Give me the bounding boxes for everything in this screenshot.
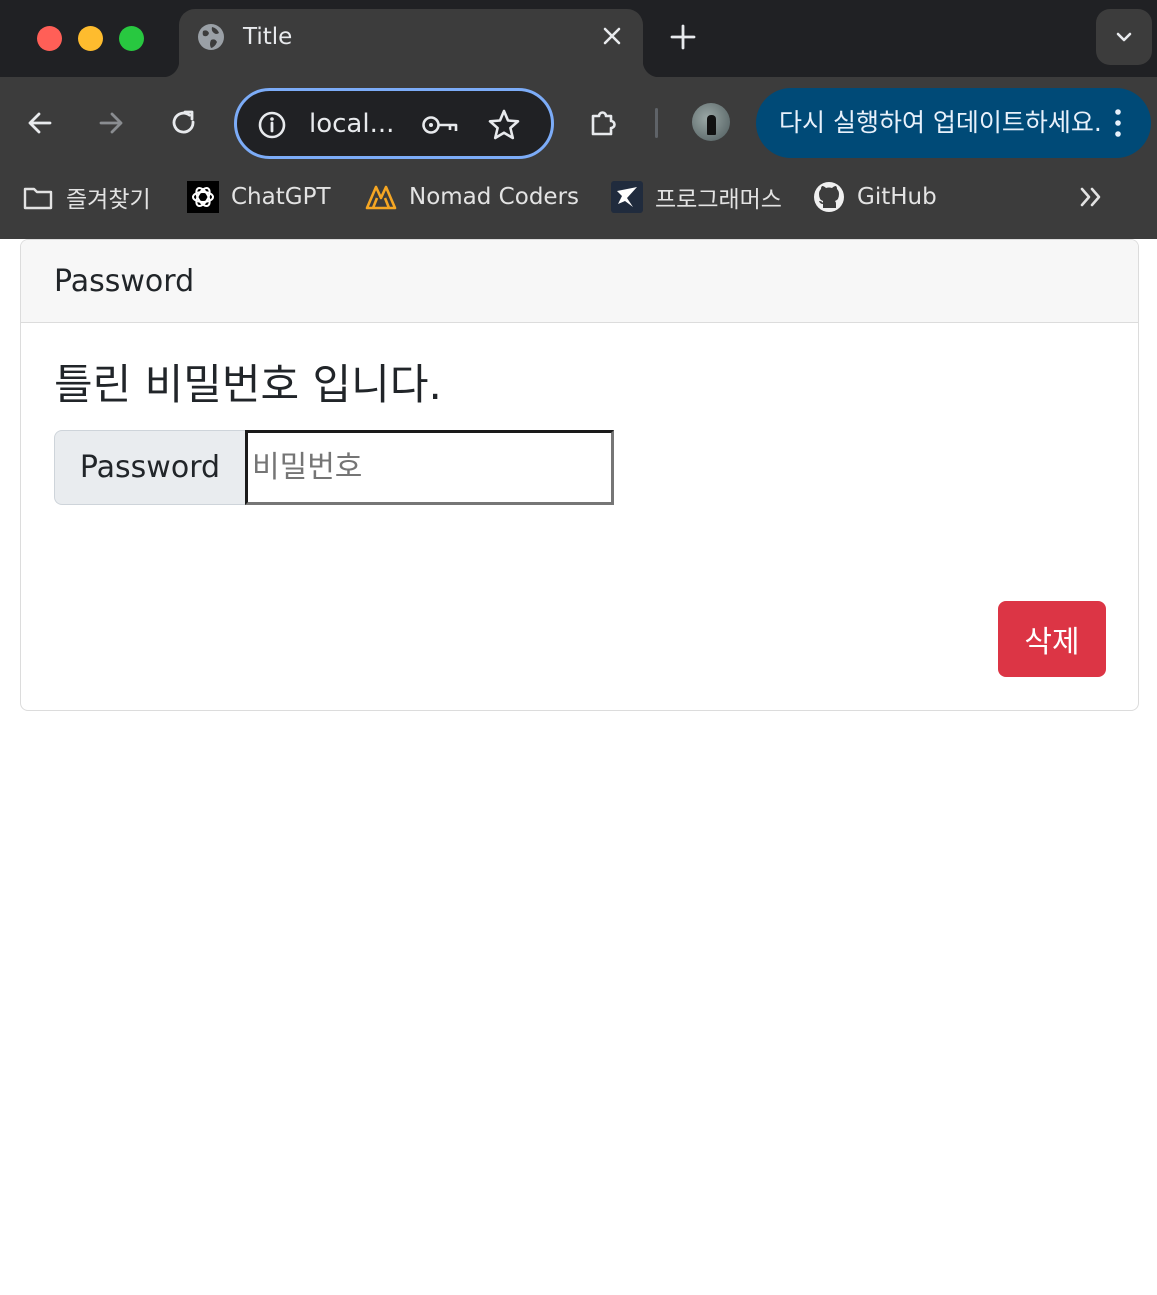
password-card: Password 틀린 비밀번호 입니다. Password 삭제 [20,239,1139,711]
reload-icon[interactable] [168,107,200,139]
tab-title: Title [243,24,293,50]
chatgpt-icon [187,181,219,213]
window-close-button[interactable] [37,26,62,51]
programmers-icon [611,181,643,213]
bookmark-label: GitHub [857,184,937,210]
bookmark-label: ChatGPT [231,184,331,210]
tab-strip: Title [0,0,1157,77]
window-maximize-button[interactable] [119,26,144,51]
info-icon[interactable] [257,110,287,140]
bookmark-favorites[interactable]: 즐겨찾기 [22,179,151,215]
close-icon[interactable] [599,23,625,49]
password-input-group: Password [54,430,614,505]
bookmark-label: 즐겨찾기 [66,187,151,213]
password-input[interactable] [245,430,614,505]
browser-chrome: Title local... 다시 실행하여 업데이트하세요. 즐겨찾기 Cha… [0,0,1157,239]
delete-button[interactable]: 삭제 [998,601,1106,677]
extensions-puzzle-icon[interactable] [588,107,620,139]
plus-icon[interactable] [668,22,698,52]
browser-toolbar: local... 다시 실행하여 업데이트하세요. [0,77,1157,169]
forward-arrow-icon[interactable] [95,107,127,139]
key-icon[interactable] [421,112,461,138]
bookmark-chatgpt[interactable]: ChatGPT [187,179,331,215]
nomad-coders-icon [365,185,397,210]
github-icon [814,182,844,212]
bookmark-github[interactable]: GitHub [813,179,937,215]
card-header: Password [21,240,1138,323]
chevron-double-right-icon[interactable] [1076,184,1106,210]
chevron-down-icon [1116,32,1132,42]
card-header-title: Password [54,264,195,299]
window-controls [37,26,144,51]
toolbar-divider [655,108,658,138]
bookmarks-bar: 즐겨찾기 ChatGPT Nomad Coders 프로그래머스 GitHub [0,169,1157,239]
bookmark-programmers[interactable]: 프로그래머스 [611,179,782,215]
window-minimize-button[interactable] [78,26,103,51]
update-button-label: 다시 실행하여 업데이트하세요. [779,108,1102,137]
profile-avatar[interactable] [692,103,730,141]
bookmark-nomad-coders[interactable]: Nomad Coders [365,179,579,215]
url-text[interactable]: local... [309,108,394,140]
folder-icon [23,187,53,210]
error-message: 틀린 비밀번호 입니다. [54,360,442,409]
browser-tab[interactable]: Title [163,9,659,77]
tab-search-button[interactable] [1096,9,1152,65]
back-arrow-icon[interactable] [24,107,56,139]
update-button[interactable]: 다시 실행하여 업데이트하세요. [756,88,1151,158]
password-addon-label: Password [54,430,245,505]
bookmark-label: Nomad Coders [409,184,580,210]
address-bar[interactable]: local... [234,88,554,159]
globe-icon [198,24,224,50]
bookmark-label: 프로그래머스 [655,187,782,213]
star-icon[interactable] [487,108,521,142]
more-vertical-icon[interactable] [1112,108,1124,138]
